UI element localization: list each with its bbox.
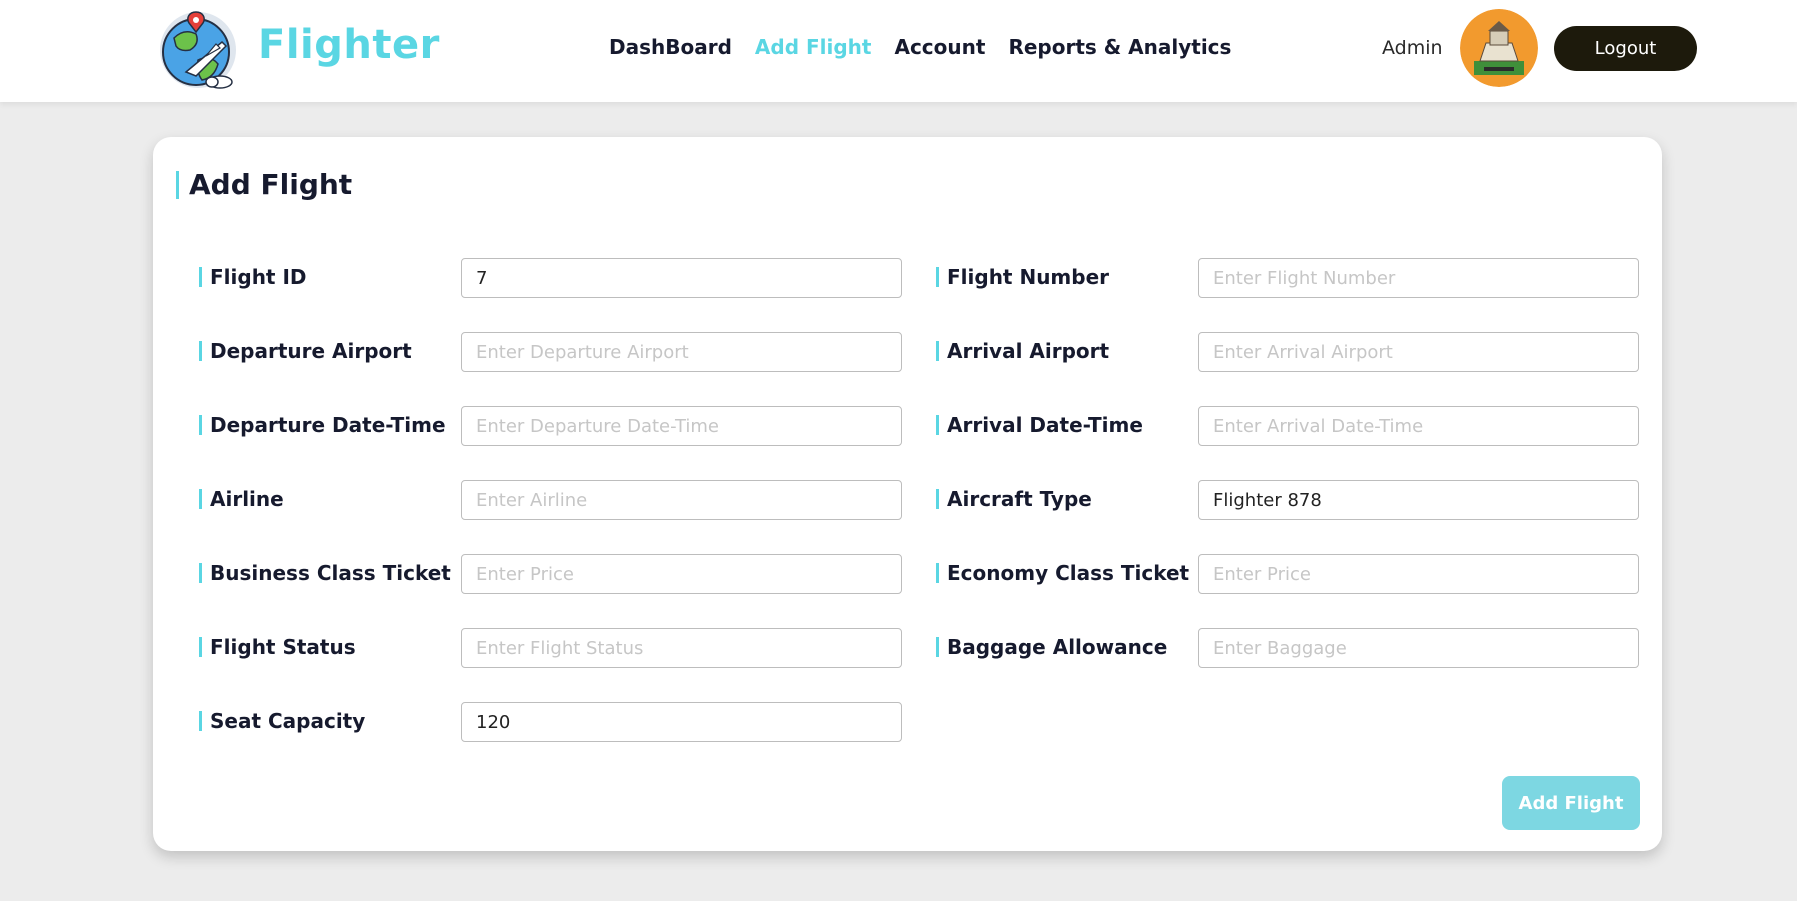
aircraft-type-input[interactable]: [1198, 480, 1639, 520]
main-nav: DashBoard Add Flight Account Reports & A…: [609, 35, 1231, 59]
label-flight-id: Flight ID: [199, 267, 307, 287]
user-avatar[interactable]: [1460, 9, 1538, 87]
flight-id-input[interactable]: [461, 258, 902, 298]
brand-name[interactable]: Flighter: [258, 22, 440, 68]
label-departure-datetime: Departure Date-Time: [199, 415, 446, 435]
label-seat-capacity: Seat Capacity: [199, 711, 365, 731]
label-flight-status: Flight Status: [199, 637, 356, 657]
label-business-class-ticket: Business Class Ticket: [199, 563, 451, 583]
nav-reports-analytics[interactable]: Reports & Analytics: [1008, 35, 1231, 59]
add-flight-submit-button[interactable]: Add Flight: [1502, 776, 1640, 830]
label-aircraft-type: Aircraft Type: [936, 489, 1092, 509]
label-arrival-datetime: Arrival Date-Time: [936, 415, 1143, 435]
add-flight-card: Add Flight Flight ID Flight Number Depar…: [153, 137, 1662, 851]
business-class-price-input[interactable]: [461, 554, 902, 594]
label-arrival-airport: Arrival Airport: [936, 341, 1109, 361]
label-flight-number: Flight Number: [936, 267, 1109, 287]
arrival-airport-input[interactable]: [1198, 332, 1639, 372]
arrival-datetime-input[interactable]: [1198, 406, 1639, 446]
user-role-label: Admin: [1382, 37, 1443, 59]
nav-account[interactable]: Account: [894, 35, 985, 59]
seat-capacity-input[interactable]: [461, 702, 902, 742]
nav-add-flight[interactable]: Add Flight: [755, 35, 872, 59]
airline-input[interactable]: [461, 480, 902, 520]
page-title: Add Flight: [176, 171, 352, 199]
baggage-allowance-input[interactable]: [1198, 628, 1639, 668]
logout-button[interactable]: Logout: [1554, 26, 1697, 71]
label-departure-airport: Departure Airport: [199, 341, 412, 361]
nav-dashboard[interactable]: DashBoard: [609, 35, 732, 59]
flight-number-input[interactable]: [1198, 258, 1639, 298]
economy-class-price-input[interactable]: [1198, 554, 1639, 594]
top-header: Flighter DashBoard Add Flight Account Re…: [0, 0, 1797, 102]
departure-datetime-input[interactable]: [461, 406, 902, 446]
label-economy-class-ticket: Economy Class Ticket: [936, 563, 1189, 583]
flight-status-input[interactable]: [461, 628, 902, 668]
label-baggage-allowance: Baggage Allowance: [936, 637, 1167, 657]
globe-plane-logo-icon[interactable]: [156, 8, 240, 92]
label-airline: Airline: [199, 489, 284, 509]
departure-airport-input[interactable]: [461, 332, 902, 372]
